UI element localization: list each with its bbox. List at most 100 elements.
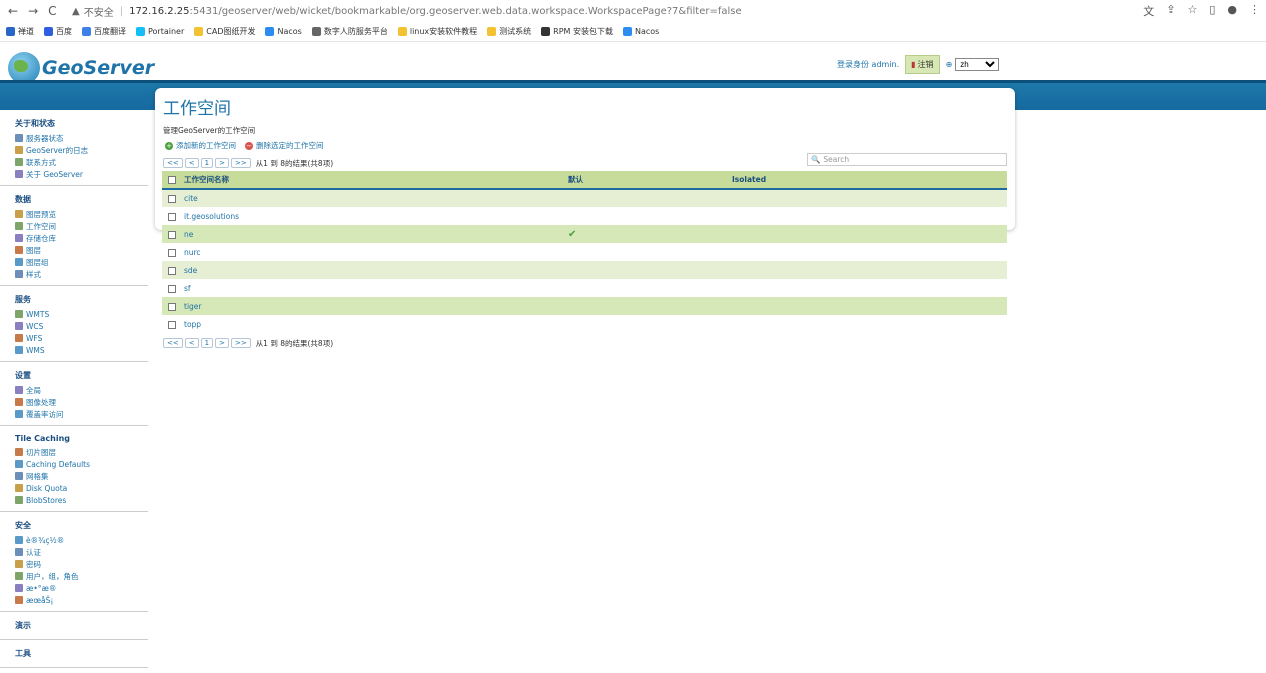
pager-next[interactable]: >	[215, 338, 229, 348]
menu-icon[interactable]: ⋮	[1249, 3, 1260, 19]
workspace-name-link[interactable]: nurc	[184, 243, 568, 261]
pager-first[interactable]: <<	[163, 158, 183, 168]
pager-next[interactable]: >	[215, 158, 229, 168]
sidebar-item[interactable]: 联系方式	[0, 156, 148, 168]
sidebar-item[interactable]: BlobStores	[0, 494, 148, 506]
bookmark-item[interactable]: 数字人防服务平台	[311, 26, 388, 37]
sidebar-section-title[interactable]: 演示	[0, 620, 148, 631]
bookmark-label: 测试系统	[499, 27, 532, 36]
star-icon[interactable]: ☆	[1187, 3, 1197, 19]
row-select-cell	[162, 261, 184, 279]
translate-icon[interactable]: 文	[1143, 3, 1154, 19]
bookmark-item[interactable]: RPM 安装包下载	[541, 26, 613, 37]
sidebar-item[interactable]: 全局	[0, 384, 148, 396]
workspace-name-link[interactable]: topp	[184, 315, 568, 333]
sidebar-item[interactable]: 关于 GeoServer	[0, 168, 148, 180]
workspace-name-link[interactable]: sf	[184, 279, 568, 297]
row-checkbox[interactable]	[168, 230, 176, 239]
sidebar-item[interactable]: GeoServer的日志	[0, 144, 148, 156]
pager-page[interactable]: 1	[200, 338, 214, 348]
workspace-name-link[interactable]: it.geosolutions	[184, 207, 568, 225]
bookmark-item[interactable]: 百度翻译	[82, 26, 126, 37]
reload-icon[interactable]: C	[48, 4, 56, 18]
share-icon[interactable]: ⇪	[1166, 3, 1175, 19]
row-checkbox[interactable]	[168, 212, 176, 221]
pager-page[interactable]: 1	[200, 158, 214, 168]
pager-last[interactable]: >>	[230, 338, 251, 348]
remove-workspace-link[interactable]: − 删除选定的工作空间	[245, 140, 324, 151]
sidebar-item[interactable]: è®¾ç½®	[0, 534, 148, 546]
sidebar-item[interactable]: æ•°æ®	[0, 582, 148, 594]
bookmark-item[interactable]: CAD图纸开发	[194, 26, 255, 37]
sidebar-item[interactable]: 认证	[0, 546, 148, 558]
sidebar-item[interactable]: WMTS	[0, 308, 148, 320]
sidebar-item[interactable]: 服务器状态	[0, 132, 148, 144]
workspace-name-link[interactable]: sde	[184, 261, 568, 279]
col-isolated[interactable]: Isolated	[732, 171, 1007, 190]
sidebar-item[interactable]: 用户，组，角色	[0, 570, 148, 582]
sidebar-item[interactable]: 网格集	[0, 470, 148, 482]
address-bar[interactable]: ▲ 不安全 | 172.16.2.25:5431/geoserver/web/w…	[72, 3, 1127, 20]
pager-last[interactable]: >>	[230, 158, 251, 168]
sidebar-item-label: 服务器状态	[26, 133, 64, 143]
sidebar-item[interactable]: Caching Defaults	[0, 458, 148, 470]
page-description: 管理GeoServer的工作空间	[163, 126, 256, 135]
sidebar-section-title[interactable]: 工具	[0, 648, 148, 659]
select-all-checkbox[interactable]	[168, 176, 176, 184]
pager-first[interactable]: <<	[163, 338, 183, 348]
bookmark-item[interactable]: Nacos	[623, 27, 659, 36]
bookmark-item[interactable]: linux安装软件教程	[397, 26, 478, 37]
sidebar-item[interactable]: 图像处理	[0, 396, 148, 408]
logout-button[interactable]: ▮ 注销	[905, 55, 940, 74]
workspace-name-link[interactable]: tiger	[184, 297, 568, 315]
sidebar-item[interactable]: æœåŠ¡	[0, 594, 148, 606]
sidebar-item[interactable]: WMS	[0, 344, 148, 356]
bookmark-item[interactable]: Nacos	[265, 27, 302, 36]
forward-icon[interactable]: →	[28, 4, 38, 18]
table-row: ne ✔	[162, 225, 1007, 243]
sidebar-item-label: BlobStores	[26, 495, 67, 505]
workspace-name-link[interactable]: ne	[184, 225, 568, 243]
row-checkbox[interactable]	[168, 248, 176, 257]
row-checkbox[interactable]	[168, 266, 176, 275]
sidebar-item-label: 切片图层	[26, 447, 56, 457]
sidebar-item-icon	[15, 234, 23, 242]
actions-bar: + 添加新的工作空间 − 删除选定的工作空间	[155, 136, 1015, 151]
sidebar-item[interactable]: WFS	[0, 332, 148, 344]
sidebar-item[interactable]: 图层预览	[0, 208, 148, 220]
sidebar-item[interactable]: Disk Quota	[0, 482, 148, 494]
sidebar-item[interactable]: 存储仓库	[0, 232, 148, 244]
workspace-name-link[interactable]: cite	[184, 189, 568, 207]
sidebar-item-label: 图层	[26, 245, 41, 255]
pager-prev[interactable]: <	[184, 338, 199, 348]
search-input[interactable]: 🔍 Search	[807, 153, 1007, 166]
bookmark-item[interactable]: 禅道	[6, 26, 34, 37]
remove-workspace-label: 删除选定的工作空间	[256, 141, 324, 150]
bookmark-item[interactable]: 百度	[44, 26, 72, 37]
sidebar-section: 演示	[0, 617, 148, 640]
sidebar-item[interactable]: WCS	[0, 320, 148, 332]
add-workspace-link[interactable]: + 添加新的工作空间	[165, 140, 236, 151]
bookmark-item[interactable]: Portainer	[136, 27, 184, 36]
back-icon[interactable]: ←	[8, 4, 18, 18]
sidebar-item[interactable]: 图层	[0, 244, 148, 256]
sidebar-item[interactable]: 密码	[0, 558, 148, 570]
language-select[interactable]: zh	[955, 58, 1000, 71]
sidebar-item[interactable]: 图层组	[0, 256, 148, 268]
sidepanel-icon[interactable]: ▯	[1209, 3, 1215, 19]
row-checkbox[interactable]	[168, 284, 176, 293]
bookmark-label: linux安装软件教程	[409, 27, 478, 36]
isolated-cell	[732, 189, 1007, 207]
bookmark-item[interactable]: 测试系统	[487, 26, 531, 37]
profile-icon[interactable]: ●	[1227, 3, 1237, 19]
col-default[interactable]: 默认	[568, 171, 732, 190]
sidebar-item[interactable]: 切片图层	[0, 446, 148, 458]
row-checkbox[interactable]	[168, 195, 176, 203]
row-checkbox[interactable]	[168, 302, 176, 311]
pager-prev[interactable]: <	[184, 158, 199, 168]
col-name[interactable]: 工作空间名称	[184, 171, 568, 190]
sidebar-item[interactable]: 工作空间	[0, 220, 148, 232]
sidebar-item[interactable]: 覆盖率访问	[0, 408, 148, 420]
row-checkbox[interactable]	[168, 320, 176, 329]
sidebar-item[interactable]: 样式	[0, 268, 148, 280]
